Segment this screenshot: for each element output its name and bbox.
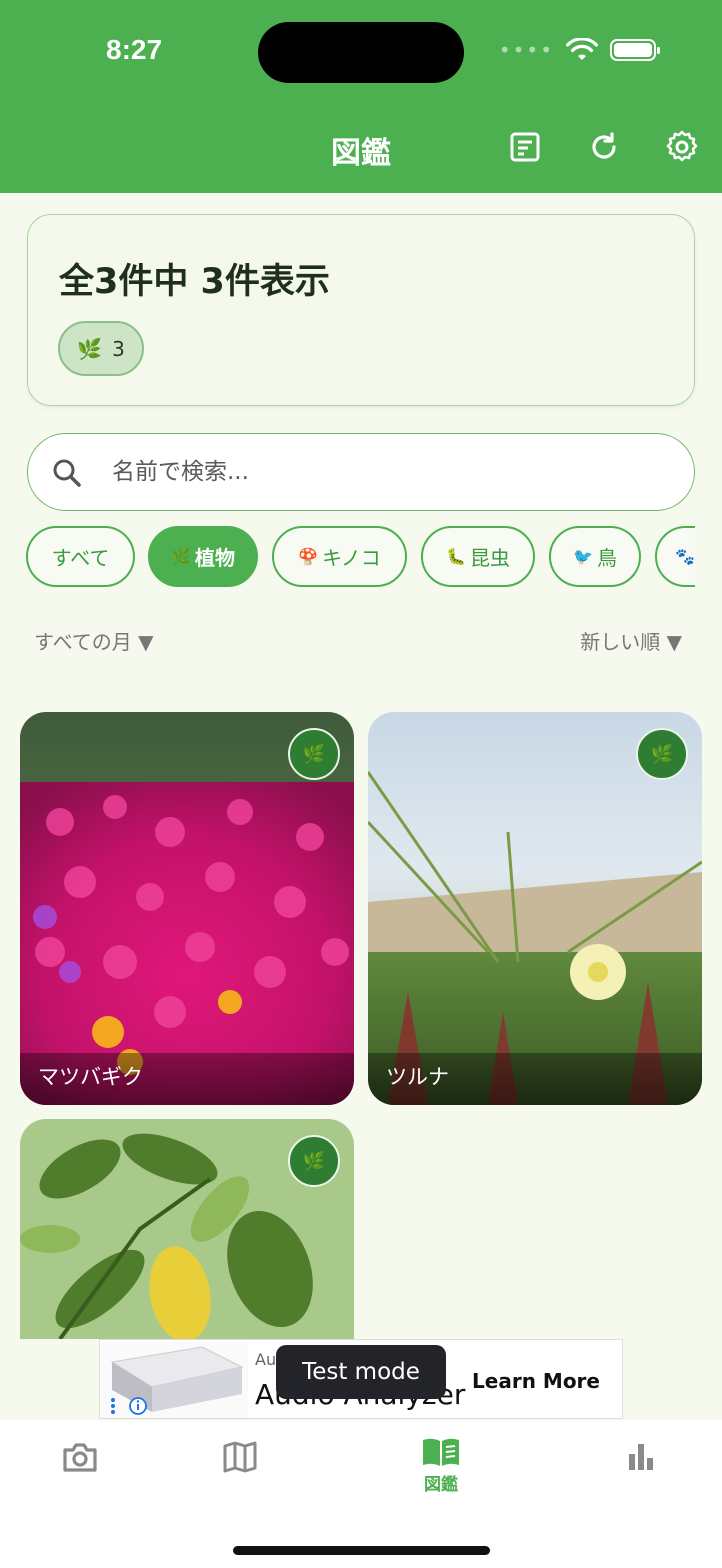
test-mode-toast: Test mode [276, 1345, 446, 1399]
paw-icon: 🐾 [675, 547, 695, 566]
mushroom-icon: 🍄 [298, 547, 319, 566]
refresh-button[interactable] [584, 127, 624, 167]
chip-label: 植物 [194, 546, 235, 570]
plant-icon: 🌿 [171, 547, 191, 566]
ad-title-small: Au [255, 1350, 277, 1369]
search-bar[interactable] [27, 433, 695, 511]
list-button[interactable] [505, 127, 545, 167]
chip-label: キノコ [322, 546, 381, 570]
status-icons: •••• [498, 38, 660, 62]
chip-label: 昆虫 [469, 546, 510, 570]
badge-count: 3 [112, 336, 125, 361]
category-badge: 🌿 [636, 728, 688, 780]
category-badge: 🌿 [288, 1135, 340, 1187]
chip-label: すべて [51, 546, 110, 570]
nav-stats[interactable] [601, 1440, 681, 1472]
category-chips: すべて 🌿 植物 🍄 キノコ 🐛 昆虫 🐦 鳥 🐾 [26, 526, 695, 588]
chip-plants[interactable]: 🌿 植物 [148, 526, 258, 587]
chip-all[interactable]: すべて [26, 526, 135, 587]
specimen-name: ツルナ [386, 1065, 449, 1089]
wifi-icon [566, 38, 598, 60]
specimen-card[interactable]: ツルナ 🌿 [368, 712, 702, 1105]
status-time: 8:27 [106, 34, 163, 65]
month-filter[interactable]: すべての月 ▼ [34, 626, 154, 655]
gear-icon [666, 130, 698, 162]
search-input[interactable] [112, 452, 652, 492]
map-icon [223, 1441, 257, 1473]
ad-choices-icon[interactable] [108, 1396, 152, 1416]
category-badge: 🌿 [288, 728, 340, 780]
app-header: 8:27 •••• 図鑑 [0, 0, 722, 193]
plant-icon: 🌿 [302, 1150, 326, 1172]
signal-dots: •••• [498, 38, 554, 62]
learn-more-button[interactable]: Learn More [472, 1369, 600, 1393]
list-icon [510, 132, 540, 162]
refresh-icon [592, 132, 616, 159]
plant-icon: 🌿 [650, 743, 674, 765]
camera-icon [63, 1443, 97, 1472]
chip-label: 鳥 [596, 546, 617, 570]
bird-icon: 🐦 [573, 547, 593, 566]
plant-icon: 🌿 [77, 336, 103, 361]
search-icon [53, 459, 81, 487]
nav-map[interactable] [200, 1440, 280, 1474]
plant-icon: 🌿 [302, 743, 326, 765]
bug-icon: 🐛 [446, 547, 466, 566]
chip-animals[interactable]: 🐾 [655, 526, 695, 587]
nav-camera[interactable] [40, 1440, 120, 1474]
battery-icon [610, 39, 660, 61]
specimen-name: マツバギク [38, 1065, 143, 1089]
sort-filter[interactable]: 新しい順 ▼ [580, 626, 682, 655]
category-count-badge[interactable]: 🌿 3 [58, 321, 144, 376]
settings-button[interactable] [662, 127, 702, 167]
specimen-card[interactable]: 🌿 [20, 1119, 354, 1339]
chip-mushrooms[interactable]: 🍄 キノコ [272, 526, 407, 587]
nav-zukan[interactable]: 図鑑 [401, 1436, 481, 1495]
chip-birds[interactable]: 🐦 鳥 [549, 526, 641, 587]
home-indicator [233, 1546, 490, 1555]
summary-text: 全3件中 3件表示 [59, 262, 330, 302]
summary-card: 全3件中 3件表示 🌿 3 [27, 214, 695, 406]
bar-chart-icon [629, 1444, 653, 1470]
chip-insects[interactable]: 🐛 昆虫 [421, 526, 535, 587]
dynamic-island [258, 22, 464, 83]
specimen-card[interactable]: マツバギク 🌿 [20, 712, 354, 1105]
book-icon [423, 1438, 459, 1466]
nav-label: 図鑑 [424, 1475, 458, 1495]
